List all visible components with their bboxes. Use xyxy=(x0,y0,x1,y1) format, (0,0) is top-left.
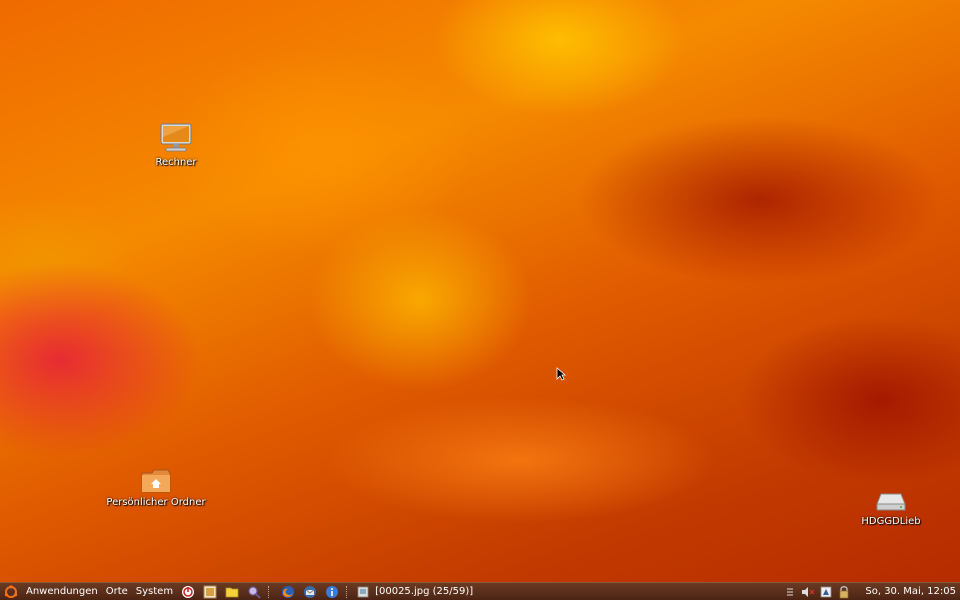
panel-separator xyxy=(346,585,352,598)
mouse-cursor-icon xyxy=(556,367,566,381)
desktop-icon-computer[interactable]: Rechner xyxy=(121,121,231,168)
bottom-panel: Anwendungen Orte System [00025.jpg (25/5… xyxy=(0,582,960,600)
search-icon[interactable] xyxy=(246,584,262,600)
desktop-icon-label: Rechner xyxy=(155,157,197,168)
desktop-icon-label: Persönlicher Ordner xyxy=(106,497,206,508)
desktop-icon-home-folder[interactable]: Persönlicher Ordner xyxy=(101,467,211,508)
display-icon[interactable] xyxy=(819,585,833,599)
menu-system[interactable]: System xyxy=(132,586,177,597)
panel-clock[interactable]: So, 30. Mai, 12:05 xyxy=(853,586,960,597)
desktop-icon-drive[interactable]: HDGGDLieb xyxy=(836,486,946,527)
info-icon[interactable] xyxy=(324,584,340,600)
menu-applications[interactable]: Anwendungen xyxy=(22,586,102,597)
ubuntu-logo-icon[interactable] xyxy=(3,584,19,600)
network-icon[interactable] xyxy=(783,585,797,599)
computer-icon xyxy=(160,123,192,152)
thunderbird-icon[interactable] xyxy=(302,584,318,600)
desktop-icon-label: HDGGDLieb xyxy=(861,516,921,527)
panel-separator xyxy=(268,585,274,598)
firefox-icon[interactable] xyxy=(280,584,296,600)
taskbar-button-image-viewer[interactable]: [00025.jpg (25/59)] xyxy=(357,586,473,598)
image-viewer-icon xyxy=(357,586,369,597)
volume-muted-icon[interactable] xyxy=(801,585,815,599)
terminal-icon[interactable] xyxy=(202,584,218,600)
taskbar-button-label: [00025.jpg (25/59)] xyxy=(375,586,474,597)
lock-icon[interactable] xyxy=(837,585,851,599)
shutdown-icon[interactable] xyxy=(180,584,196,600)
menu-places[interactable]: Orte xyxy=(102,586,132,597)
drive-icon xyxy=(876,493,906,511)
home-folder-icon xyxy=(141,469,171,493)
folder-icon[interactable] xyxy=(224,584,240,600)
